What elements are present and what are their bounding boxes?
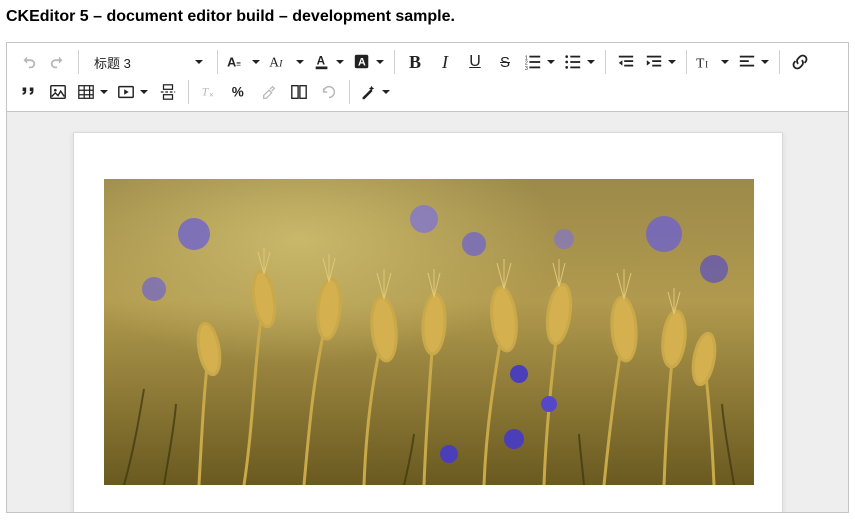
outdent-icon bbox=[617, 53, 635, 71]
svg-text:≡: ≡ bbox=[236, 60, 241, 69]
document-scroll-area[interactable] bbox=[7, 112, 848, 512]
chevron-down-icon bbox=[667, 57, 677, 67]
line-height-button[interactable]: TI bbox=[692, 47, 734, 77]
align-left-icon bbox=[738, 53, 756, 71]
undo-icon bbox=[19, 53, 37, 71]
bold-icon: B bbox=[409, 52, 421, 73]
svg-text:%: % bbox=[232, 85, 244, 100]
indent-button[interactable] bbox=[641, 47, 681, 77]
numbered-list-icon: 123 bbox=[524, 53, 542, 71]
svg-text:A: A bbox=[317, 55, 326, 68]
line-height-icon: TI bbox=[696, 53, 716, 71]
blockquote-button[interactable] bbox=[13, 77, 43, 107]
insert-table-button[interactable] bbox=[73, 77, 113, 107]
strikethrough-button[interactable]: S bbox=[490, 47, 520, 77]
separator bbox=[349, 80, 350, 104]
marker-icon bbox=[260, 83, 278, 101]
chevron-down-icon bbox=[335, 57, 345, 67]
font-background-button[interactable]: A bbox=[349, 47, 389, 77]
image-icon bbox=[49, 83, 67, 101]
page-break-button[interactable] bbox=[153, 77, 183, 107]
revert-icon bbox=[320, 83, 338, 101]
font-background-icon: A bbox=[353, 53, 371, 71]
svg-text:A: A bbox=[358, 57, 366, 69]
content-image[interactable] bbox=[104, 179, 754, 485]
font-family-icon: AI bbox=[269, 53, 291, 71]
chevron-down-icon bbox=[194, 57, 204, 67]
svg-text:3: 3 bbox=[525, 66, 528, 71]
bold-button[interactable]: B bbox=[400, 47, 430, 77]
chevron-down-icon bbox=[720, 57, 730, 67]
font-size-icon: A≡ bbox=[227, 53, 247, 71]
separator bbox=[188, 80, 189, 104]
remove-format-button[interactable]: T× bbox=[194, 77, 224, 107]
magic-wand-icon bbox=[359, 83, 377, 101]
redo-icon bbox=[49, 53, 67, 71]
columns-button[interactable] bbox=[284, 77, 314, 107]
revert-button[interactable] bbox=[314, 77, 344, 107]
chevron-down-icon bbox=[251, 57, 261, 67]
underline-icon: U bbox=[469, 53, 481, 71]
indent-icon bbox=[645, 53, 663, 71]
highlight-button[interactable] bbox=[254, 77, 284, 107]
insert-image-button[interactable] bbox=[43, 77, 73, 107]
chevron-down-icon bbox=[375, 57, 385, 67]
svg-text:A: A bbox=[227, 56, 236, 70]
link-icon bbox=[791, 53, 809, 71]
media-icon bbox=[117, 83, 135, 101]
strikethrough-icon: S bbox=[500, 54, 510, 71]
document-page[interactable] bbox=[73, 132, 783, 512]
separator bbox=[78, 50, 79, 74]
heading-label: 标题 3 bbox=[94, 53, 131, 72]
underline-button[interactable]: U bbox=[460, 47, 490, 77]
svg-text:I: I bbox=[705, 59, 708, 69]
font-size-button[interactable]: A≡ bbox=[223, 47, 265, 77]
percent-icon: % bbox=[230, 83, 248, 101]
bulleted-list-icon bbox=[564, 53, 582, 71]
italic-icon: I bbox=[442, 52, 448, 73]
chevron-down-icon bbox=[586, 57, 596, 67]
chevron-down-icon bbox=[381, 87, 391, 97]
bulleted-list-button[interactable] bbox=[560, 47, 600, 77]
separator bbox=[217, 50, 218, 74]
redo-button[interactable] bbox=[43, 47, 73, 77]
italic-button[interactable]: I bbox=[430, 47, 460, 77]
svg-text:A: A bbox=[269, 55, 279, 70]
blockquote-icon bbox=[19, 83, 37, 101]
page-break-icon bbox=[159, 83, 177, 101]
table-icon bbox=[77, 83, 95, 101]
font-color-icon: A bbox=[313, 53, 331, 71]
chevron-down-icon bbox=[760, 57, 770, 67]
separator bbox=[605, 50, 606, 74]
font-color-button[interactable]: A bbox=[309, 47, 349, 77]
chevron-down-icon bbox=[139, 87, 149, 97]
font-family-button[interactable]: AI bbox=[265, 47, 309, 77]
insert-media-button[interactable] bbox=[113, 77, 153, 107]
columns-icon bbox=[290, 83, 308, 101]
toolbar: 标题 3 A≡ AI A A B I U S 123 bbox=[7, 43, 848, 112]
heading-dropdown[interactable]: 标题 3 bbox=[84, 47, 212, 77]
separator bbox=[779, 50, 780, 74]
special-characters-button[interactable]: % bbox=[224, 77, 254, 107]
separator bbox=[686, 50, 687, 74]
svg-text:I: I bbox=[278, 59, 283, 70]
chevron-down-icon bbox=[99, 87, 109, 97]
page-title: CKEditor 5 – document editor build – dev… bbox=[6, 8, 849, 26]
separator bbox=[394, 50, 395, 74]
remove-format-icon: T× bbox=[200, 83, 218, 101]
undo-button[interactable] bbox=[13, 47, 43, 77]
magic-button[interactable] bbox=[355, 77, 395, 107]
svg-text:T: T bbox=[696, 55, 705, 70]
alignment-button[interactable] bbox=[734, 47, 774, 77]
chevron-down-icon bbox=[546, 57, 556, 67]
svg-text:×: × bbox=[209, 90, 214, 99]
chevron-down-icon bbox=[295, 57, 305, 67]
numbered-list-button[interactable]: 123 bbox=[520, 47, 560, 77]
editor-frame: 标题 3 A≡ AI A A B I U S 123 bbox=[6, 42, 849, 513]
outdent-button[interactable] bbox=[611, 47, 641, 77]
link-button[interactable] bbox=[785, 47, 815, 77]
